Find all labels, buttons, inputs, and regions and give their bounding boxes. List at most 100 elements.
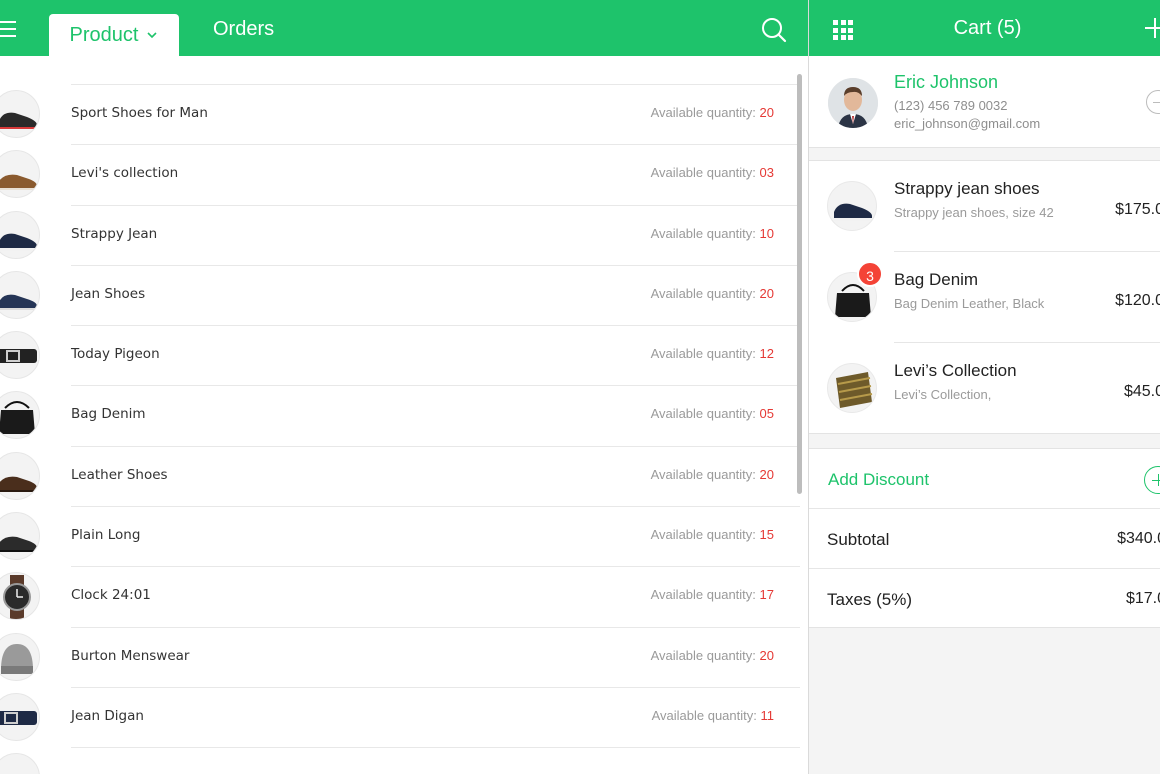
cart-item-name: Bag Denim: [894, 270, 979, 289]
cart-item-price: $175.0: [1115, 201, 1160, 218]
product-name: Levi's collection: [71, 165, 179, 182]
taxes-value: $17.0: [1125, 590, 1160, 607]
customer-phone: (123) 456 789 0032: [894, 98, 1008, 113]
product-quantity: Available quantity: 20: [651, 286, 774, 301]
row-divider: [71, 264, 800, 266]
add-discount-row[interactable]: Add Discount: [809, 448, 1160, 508]
cart-item[interactable]: Strappy jean shoes Strappy jean shoes, s…: [809, 161, 1160, 252]
product-quantity: Available quantity: 15: [651, 527, 774, 542]
cart-items: Strappy jean shoes Strappy jean shoes, s…: [809, 160, 1160, 434]
quantity-value: 20: [759, 105, 774, 120]
quantity-value: 17: [759, 587, 774, 603]
quantity-label: Available quantity:: [650, 527, 756, 543]
row-divider: [71, 445, 800, 447]
quantity-label: Available quantity:: [650, 105, 756, 120]
row-divider: [71, 686, 800, 688]
product-quantity: Available quantity: 03: [651, 165, 774, 180]
product-panel: Product Orders Sport Shoes for Man Avail…: [0, 0, 808, 774]
quantity-value: 03: [759, 165, 774, 181]
product-thumbnail: [0, 90, 40, 138]
row-divider: [71, 325, 800, 327]
cart-item[interactable]: Levi’s Collection Levi’s Collection, $45…: [809, 343, 1160, 434]
product-quantity: Available quantity: 11: [652, 708, 774, 723]
quantity-badge: 3: [857, 261, 883, 287]
product-name: Plain Long: [71, 527, 141, 544]
product-name: Leather Shoes: [71, 466, 168, 483]
product-thumbnail: [0, 572, 40, 621]
taxes-label: Taxes (5%): [827, 590, 913, 609]
product-row[interactable]: Jean Digan Available quantity: 11: [0, 686, 800, 747]
quantity-label: Available quantity:: [650, 165, 756, 181]
cart-item-thumbnail: [827, 363, 877, 413]
product-row[interactable]: [0, 747, 800, 774]
quantity-label: Available quantity:: [650, 406, 756, 422]
hamburger-menu-icon[interactable]: [0, 20, 16, 38]
quantity-label: Available quantity:: [650, 285, 756, 301]
quantity-label: Available quantity:: [650, 466, 756, 482]
subtotal-value: $340.0: [1117, 530, 1160, 547]
taxes-row: Taxes (5%) $17.0: [809, 568, 1160, 628]
product-row[interactable]: Jean Shoes Available quantity: 20: [0, 264, 800, 325]
product-name: Burton Menswear: [71, 647, 190, 664]
product-name: Jean Digan: [71, 707, 144, 724]
row-divider: [71, 84, 800, 85]
row-divider: [71, 566, 800, 568]
quantity-value: 10: [759, 225, 774, 241]
cart-item-description: Levi’s Collection,: [894, 387, 992, 402]
cart-item-description: Bag Denim Leather, Black: [894, 296, 1045, 311]
product-thumbnail: [0, 331, 40, 380]
quantity-value: 05: [759, 406, 774, 422]
add-icon[interactable]: [1143, 16, 1160, 40]
search-icon[interactable]: [760, 16, 788, 44]
subtotal-row: Subtotal $340.0: [809, 508, 1160, 568]
customer-name[interactable]: Eric Johnson: [894, 72, 998, 93]
row-divider: [71, 385, 800, 387]
avatar: [828, 78, 878, 128]
tab-product[interactable]: Product: [49, 14, 179, 56]
cart-item-price: $45.0: [1123, 383, 1160, 400]
product-row[interactable]: Bag Denim Available quantity: 05: [0, 385, 800, 445]
product-row[interactable]: Today Pigeon Available quantity: 12: [0, 325, 800, 385]
product-row[interactable]: Sport Shoes for Man Available quantity: …: [0, 84, 800, 144]
product-thumbnail: [0, 391, 40, 440]
add-discount-label[interactable]: Add Discount: [828, 470, 929, 490]
product-name: Today Pigeon: [71, 346, 160, 363]
product-row[interactable]: Levi's collection Available quantity: 03: [0, 144, 800, 204]
remove-customer-icon[interactable]: [1146, 90, 1160, 114]
row-divider: [71, 204, 800, 206]
quantity-label: Available quantity:: [650, 587, 756, 603]
product-name: Sport Shoes for Man: [71, 105, 208, 121]
product-quantity: Available quantity: 10: [651, 226, 774, 241]
cart-header-bar: Cart (5): [809, 0, 1160, 56]
product-row[interactable]: Leather Shoes Available quantity: 20: [0, 445, 800, 506]
cart-title: Cart (5): [953, 17, 1022, 39]
customer-email: eric_johnson@gmail.com: [894, 116, 1041, 131]
product-name: Clock 24:01: [71, 587, 151, 604]
customer-card[interactable]: Eric Johnson (123) 456 789 0032 eric_joh…: [809, 56, 1160, 148]
quantity-label: Available quantity:: [650, 346, 756, 362]
quantity-value: 12: [759, 346, 774, 362]
product-row[interactable]: Plain Long Available quantity: 15: [0, 506, 800, 566]
product-list-scrollbar[interactable]: [797, 74, 802, 494]
row-divider: [71, 747, 800, 749]
add-discount-icon[interactable]: [1144, 466, 1160, 494]
product-name: Bag Denim: [71, 406, 146, 423]
chevron-down-icon: [147, 32, 158, 39]
product-thumbnail: [0, 692, 40, 741]
tab-orders[interactable]: Orders: [213, 18, 274, 41]
product-row[interactable]: Burton Menswear Available quantity: 20: [0, 626, 800, 687]
product-thumbnail: [0, 150, 40, 199]
product-quantity: Available quantity: 12: [651, 346, 774, 361]
product-row[interactable]: Strappy Jean Available quantity: 10: [0, 204, 800, 265]
product-row[interactable]: Clock 24:01 Available quantity: 17: [0, 566, 800, 626]
product-quantity: Available quantity: 05: [651, 406, 774, 421]
product-name: Jean Shoes: [71, 285, 146, 302]
quantity-value: 20: [759, 647, 774, 663]
quantity-value: 20: [759, 285, 774, 301]
product-name: Strappy Jean: [71, 225, 158, 242]
quantity-value: 15: [759, 527, 774, 543]
product-quantity: Available quantity: 20: [651, 467, 774, 482]
product-thumbnail: [0, 451, 40, 500]
cart-panel: Cart (5) Eric Johnson (123) 456 789 0032…: [809, 0, 1160, 774]
subtotal-label: Subtotal: [827, 530, 890, 549]
